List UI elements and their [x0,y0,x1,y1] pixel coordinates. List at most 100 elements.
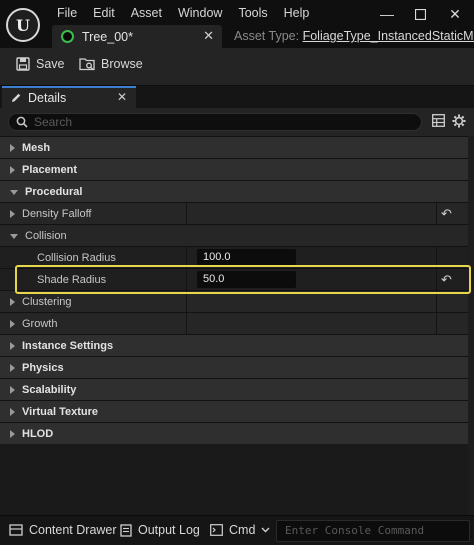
status-bar: Content Drawer Output Log Cmd Enter Cons… [0,515,474,545]
category-label: HLOD [22,427,54,440]
gear-icon[interactable] [452,114,466,128]
column-divider[interactable] [186,203,187,225]
foliage-type-icon [61,30,74,43]
title-bar: U File Edit Asset Window Tools Help — ✕ … [0,0,474,48]
category-label: Scalability [22,383,77,396]
cmd-dropdown[interactable]: Cmd [210,523,270,537]
asset-tab[interactable]: Tree_00* ✕ [52,25,222,48]
browse-button[interactable]: Browse [79,57,143,71]
console-input[interactable]: Enter Console Command [276,520,470,542]
chevron-down-icon [261,527,270,533]
menu-asset[interactable]: Asset [123,4,170,22]
details-panel: Search Mesh Placement Procedural Density… [0,108,474,515]
maximize-icon[interactable] [405,4,435,24]
category-label: Procedural [25,185,83,198]
reset-to-default-icon[interactable]: ↶ [441,272,452,288]
collapse-arrow-icon [10,190,18,195]
grid-view-icon[interactable] [432,114,445,127]
property-label: Collision Radius [37,251,116,264]
menu-window[interactable]: Window [170,4,230,22]
expand-arrow-icon [10,363,15,372]
column-divider [436,203,437,225]
category-physics[interactable]: Physics [0,356,474,378]
property-label: Shade Radius [37,273,107,286]
content-drawer-icon [9,524,23,536]
collapse-arrow-icon [10,234,18,239]
category-mesh[interactable]: Mesh [0,136,474,158]
category-procedural[interactable]: Procedural [0,180,474,202]
menu-file[interactable]: File [57,4,85,22]
column-divider[interactable] [186,247,187,269]
content-drawer-label: Content Drawer [29,523,117,537]
category-label: Mesh [22,141,51,154]
category-label: Virtual Texture [22,405,99,418]
asset-type-info: Asset Type: FoliageType_InstancedStaticM… [234,29,474,43]
details-tab[interactable]: Details ✕ [2,86,136,108]
cmd-label: Cmd [229,523,256,537]
group-density-falloff[interactable]: Density Falloff ↶ [0,202,474,225]
expand-arrow-icon [10,407,15,416]
group-label: Growth [22,317,58,330]
expand-arrow-icon [10,341,15,350]
group-label: Density Falloff [22,207,92,220]
column-divider [436,313,437,335]
group-label: Collision [25,229,67,242]
reset-to-default-icon[interactable]: ↶ [441,206,452,222]
expand-arrow-icon [10,385,15,394]
menu-edit[interactable]: Edit [85,4,123,22]
property-shade-radius: Shade Radius 50.0 ↶ [0,268,474,291]
browse-icon [79,58,95,71]
column-divider[interactable] [186,269,187,291]
column-divider[interactable] [186,313,187,335]
scrollbar-track[interactable] [468,136,474,515]
expand-arrow-icon [10,319,15,328]
asset-type-link[interactable]: FoliageType_InstancedStaticMesh [303,29,474,43]
expand-arrow-icon [10,429,15,438]
search-icon [16,116,28,128]
group-clustering[interactable]: Clustering [0,290,474,313]
browse-label: Browse [101,57,143,71]
search-placeholder: Search [34,115,73,129]
terminal-icon [210,524,223,536]
expand-arrow-icon [10,143,15,152]
asset-tab-label: Tree_00* [82,29,133,44]
expand-arrow-icon [10,209,15,218]
save-button[interactable]: Save [16,57,65,71]
close-window-icon[interactable]: ✕ [440,4,470,24]
console-placeholder: Enter Console Command [285,524,425,537]
search-input[interactable]: Search [8,113,422,131]
output-log-icon [120,523,132,537]
group-collision[interactable]: Collision [0,224,474,246]
category-virtual-texture[interactable]: Virtual Texture [0,400,474,422]
details-tab-label: Details [28,91,67,105]
menu-bar: File Edit Asset Window Tools Help [57,4,317,22]
category-hlod[interactable]: HLOD [0,422,474,444]
save-label: Save [36,57,65,71]
asset-type-label: Asset Type: [234,29,300,43]
category-label: Placement [22,163,78,176]
column-divider [436,247,437,269]
shade-radius-input[interactable]: 50.0 [197,271,296,288]
panel-tab-bar: Details ✕ [0,86,474,108]
search-row: Search [0,108,474,136]
group-growth[interactable]: Growth [0,312,474,335]
minimize-icon[interactable]: — [372,4,402,24]
category-placement[interactable]: Placement [0,158,474,180]
column-divider [436,269,437,291]
collision-radius-input[interactable]: 100.0 [197,249,296,266]
category-scalability[interactable]: Scalability [0,378,474,400]
column-divider[interactable] [186,291,187,313]
content-drawer-button[interactable]: Content Drawer [9,523,117,537]
output-log-label: Output Log [138,523,200,537]
menu-tools[interactable]: Tools [230,4,275,22]
property-collision-radius: Collision Radius 100.0 [0,246,474,269]
close-tab-icon[interactable]: ✕ [203,28,214,44]
category-instance-settings[interactable]: Instance Settings [0,334,474,356]
pencil-icon [12,93,21,102]
column-divider [436,291,437,313]
close-details-icon[interactable]: ✕ [117,90,127,104]
output-log-button[interactable]: Output Log [120,523,200,537]
toolbar: Save Browse [0,48,474,86]
unreal-logo-icon[interactable]: U [6,8,40,42]
menu-help[interactable]: Help [276,4,318,22]
